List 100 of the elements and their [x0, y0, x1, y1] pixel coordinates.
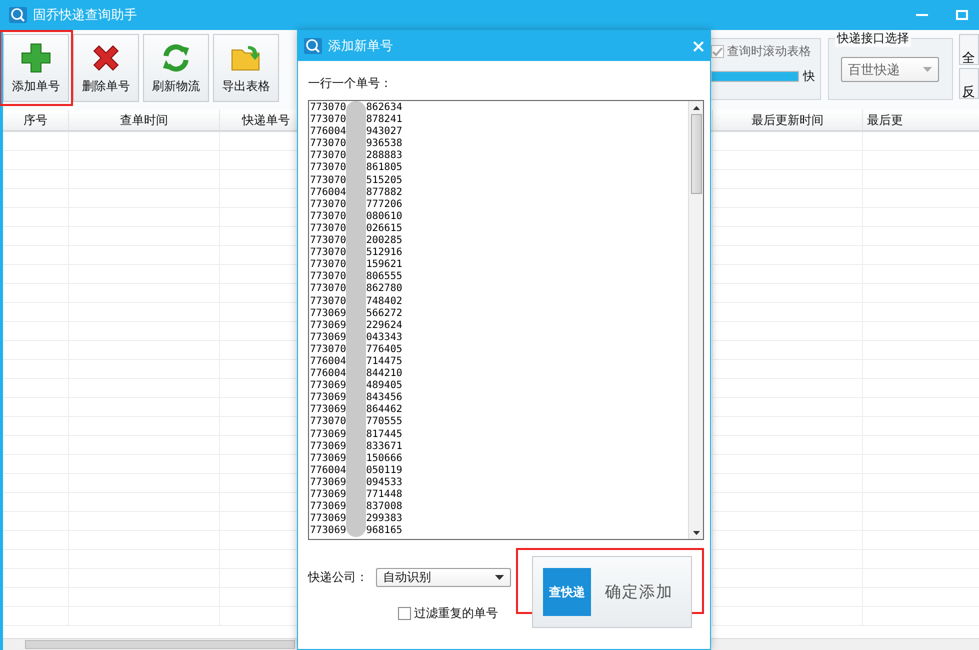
number-start: 773070: [310, 222, 346, 236]
number-start: 773070: [310, 296, 346, 308]
number-end: 094533: [366, 476, 402, 489]
number-start: 773070: [310, 138, 346, 150]
number-end: 817445: [366, 428, 402, 441]
checkbox[interactable]: [398, 607, 411, 620]
number-end: 026615: [366, 222, 402, 236]
refresh-icon: [160, 42, 192, 74]
number-end: 770555: [366, 416, 402, 429]
scrollbar-thumb[interactable]: [690, 114, 702, 194]
number-start: 773069: [310, 404, 346, 416]
column-header: 查单时间: [120, 112, 168, 128]
company-label: 快递公司：: [308, 569, 368, 586]
number-start: 773069: [310, 525, 346, 538]
number-start: 773070: [310, 102, 346, 114]
side-button[interactable]: 反: [958, 68, 979, 99]
number-start: 773070: [310, 162, 346, 175]
number-start: 773069: [310, 320, 346, 332]
number-start: 773069: [310, 476, 346, 489]
number-end: 943027: [366, 126, 402, 138]
toolbar-button[interactable]: 删除单号: [73, 34, 139, 102]
number-end: 714475: [366, 356, 402, 368]
column-header: 最后更: [867, 112, 903, 128]
number-start: 773070: [310, 235, 346, 248]
scroll-down-icon[interactable]: [692, 531, 700, 535]
dropdown-arrow-icon: [922, 67, 932, 72]
number-start: 773070: [310, 174, 346, 187]
magnifier-logo-icon: [9, 7, 27, 23]
numbers-text-area[interactable]: [308, 100, 704, 540]
number-end: 050119: [366, 464, 402, 477]
number-end: 833671: [366, 440, 402, 453]
number-end: 159621: [366, 259, 402, 272]
number-end: 843456: [366, 392, 402, 404]
number-end: 878241: [366, 114, 402, 126]
toolbar-button[interactable]: 刷新物流: [143, 34, 209, 102]
dropdown-arrow-icon: [495, 575, 504, 580]
number-start: 773069: [310, 392, 346, 404]
close-icon[interactable]: [693, 40, 704, 52]
number-end: 877882: [366, 186, 402, 199]
api-select[interactable]: 百世快递: [840, 57, 939, 82]
number-start: 773070: [310, 150, 346, 162]
number-end: 776405: [366, 344, 402, 356]
vertical-scrollbar[interactable]: [688, 101, 703, 539]
number-start: 776004: [310, 126, 346, 138]
plus-icon: [20, 42, 52, 74]
company-select[interactable]: 自动识别: [376, 568, 511, 587]
number-start: 773069: [310, 501, 346, 514]
maximize-icon: [956, 10, 968, 20]
number-end: 200285: [366, 235, 402, 248]
number-start: 773069: [310, 428, 346, 441]
prompt-label: 一行一个单号：: [308, 75, 393, 92]
number-start: 776004: [310, 464, 346, 477]
number-end: 080610: [366, 210, 402, 223]
number-end: 837008: [366, 501, 402, 514]
number-start: 773070: [310, 114, 346, 126]
number-end: 288883: [366, 150, 402, 162]
magnifier-logo-icon: [304, 38, 322, 54]
number-start: 773070: [310, 247, 346, 260]
search-logo-badge: 查快递: [543, 568, 591, 616]
number-end: 748402: [366, 296, 402, 308]
checkmark-icon: [712, 46, 723, 56]
number-end: 771448: [366, 489, 402, 502]
number-start: 773069: [310, 440, 346, 453]
number-start: 773069: [310, 452, 346, 465]
number-end: 043343: [366, 332, 402, 344]
number-end: 968165: [366, 525, 402, 538]
number-start: 773070: [310, 210, 346, 223]
number-start: 776004: [310, 368, 346, 380]
window-title: 固乔快递查询助手: [33, 7, 138, 24]
toolbar-button[interactable]: 导出表格: [213, 34, 279, 102]
number-end: 150666: [366, 452, 402, 465]
number-start: 773070: [310, 283, 346, 296]
number-end: 299383: [366, 513, 402, 526]
number-start: 773070: [310, 259, 346, 272]
number-start: 773069: [310, 332, 346, 344]
confirm-add-button[interactable]: 查快递 确定添加: [532, 556, 692, 628]
number-start: 773069: [310, 380, 346, 392]
number-start: 776004: [310, 186, 346, 199]
number-end: 229624: [366, 320, 402, 332]
number-start: 776004: [310, 356, 346, 368]
column-header: 序号: [24, 112, 48, 128]
number-end: 489405: [366, 380, 402, 392]
number-start: 773069: [310, 489, 346, 502]
dialog-title: 添加新单号: [328, 38, 394, 55]
number-end: 777206: [366, 198, 402, 211]
number-end: 861805: [366, 162, 402, 175]
checkbox[interactable]: [710, 45, 724, 58]
number-start: 773070: [310, 344, 346, 356]
number-start: 773069: [310, 308, 346, 320]
number-end: 936538: [366, 138, 402, 150]
speed-label: 快: [802, 68, 815, 85]
number-end: 864462: [366, 404, 402, 416]
group-legend: 快递接口选择: [834, 30, 911, 47]
number-end: 862780: [366, 283, 402, 296]
checkbox-label: 查询时滚动表格: [726, 43, 811, 60]
number-end: 862634: [366, 102, 402, 114]
column-header: 快递单号: [242, 112, 290, 128]
number-end: 566272: [366, 308, 402, 320]
number-end: 806555: [366, 271, 402, 284]
side-button[interactable]: 全: [958, 34, 979, 65]
